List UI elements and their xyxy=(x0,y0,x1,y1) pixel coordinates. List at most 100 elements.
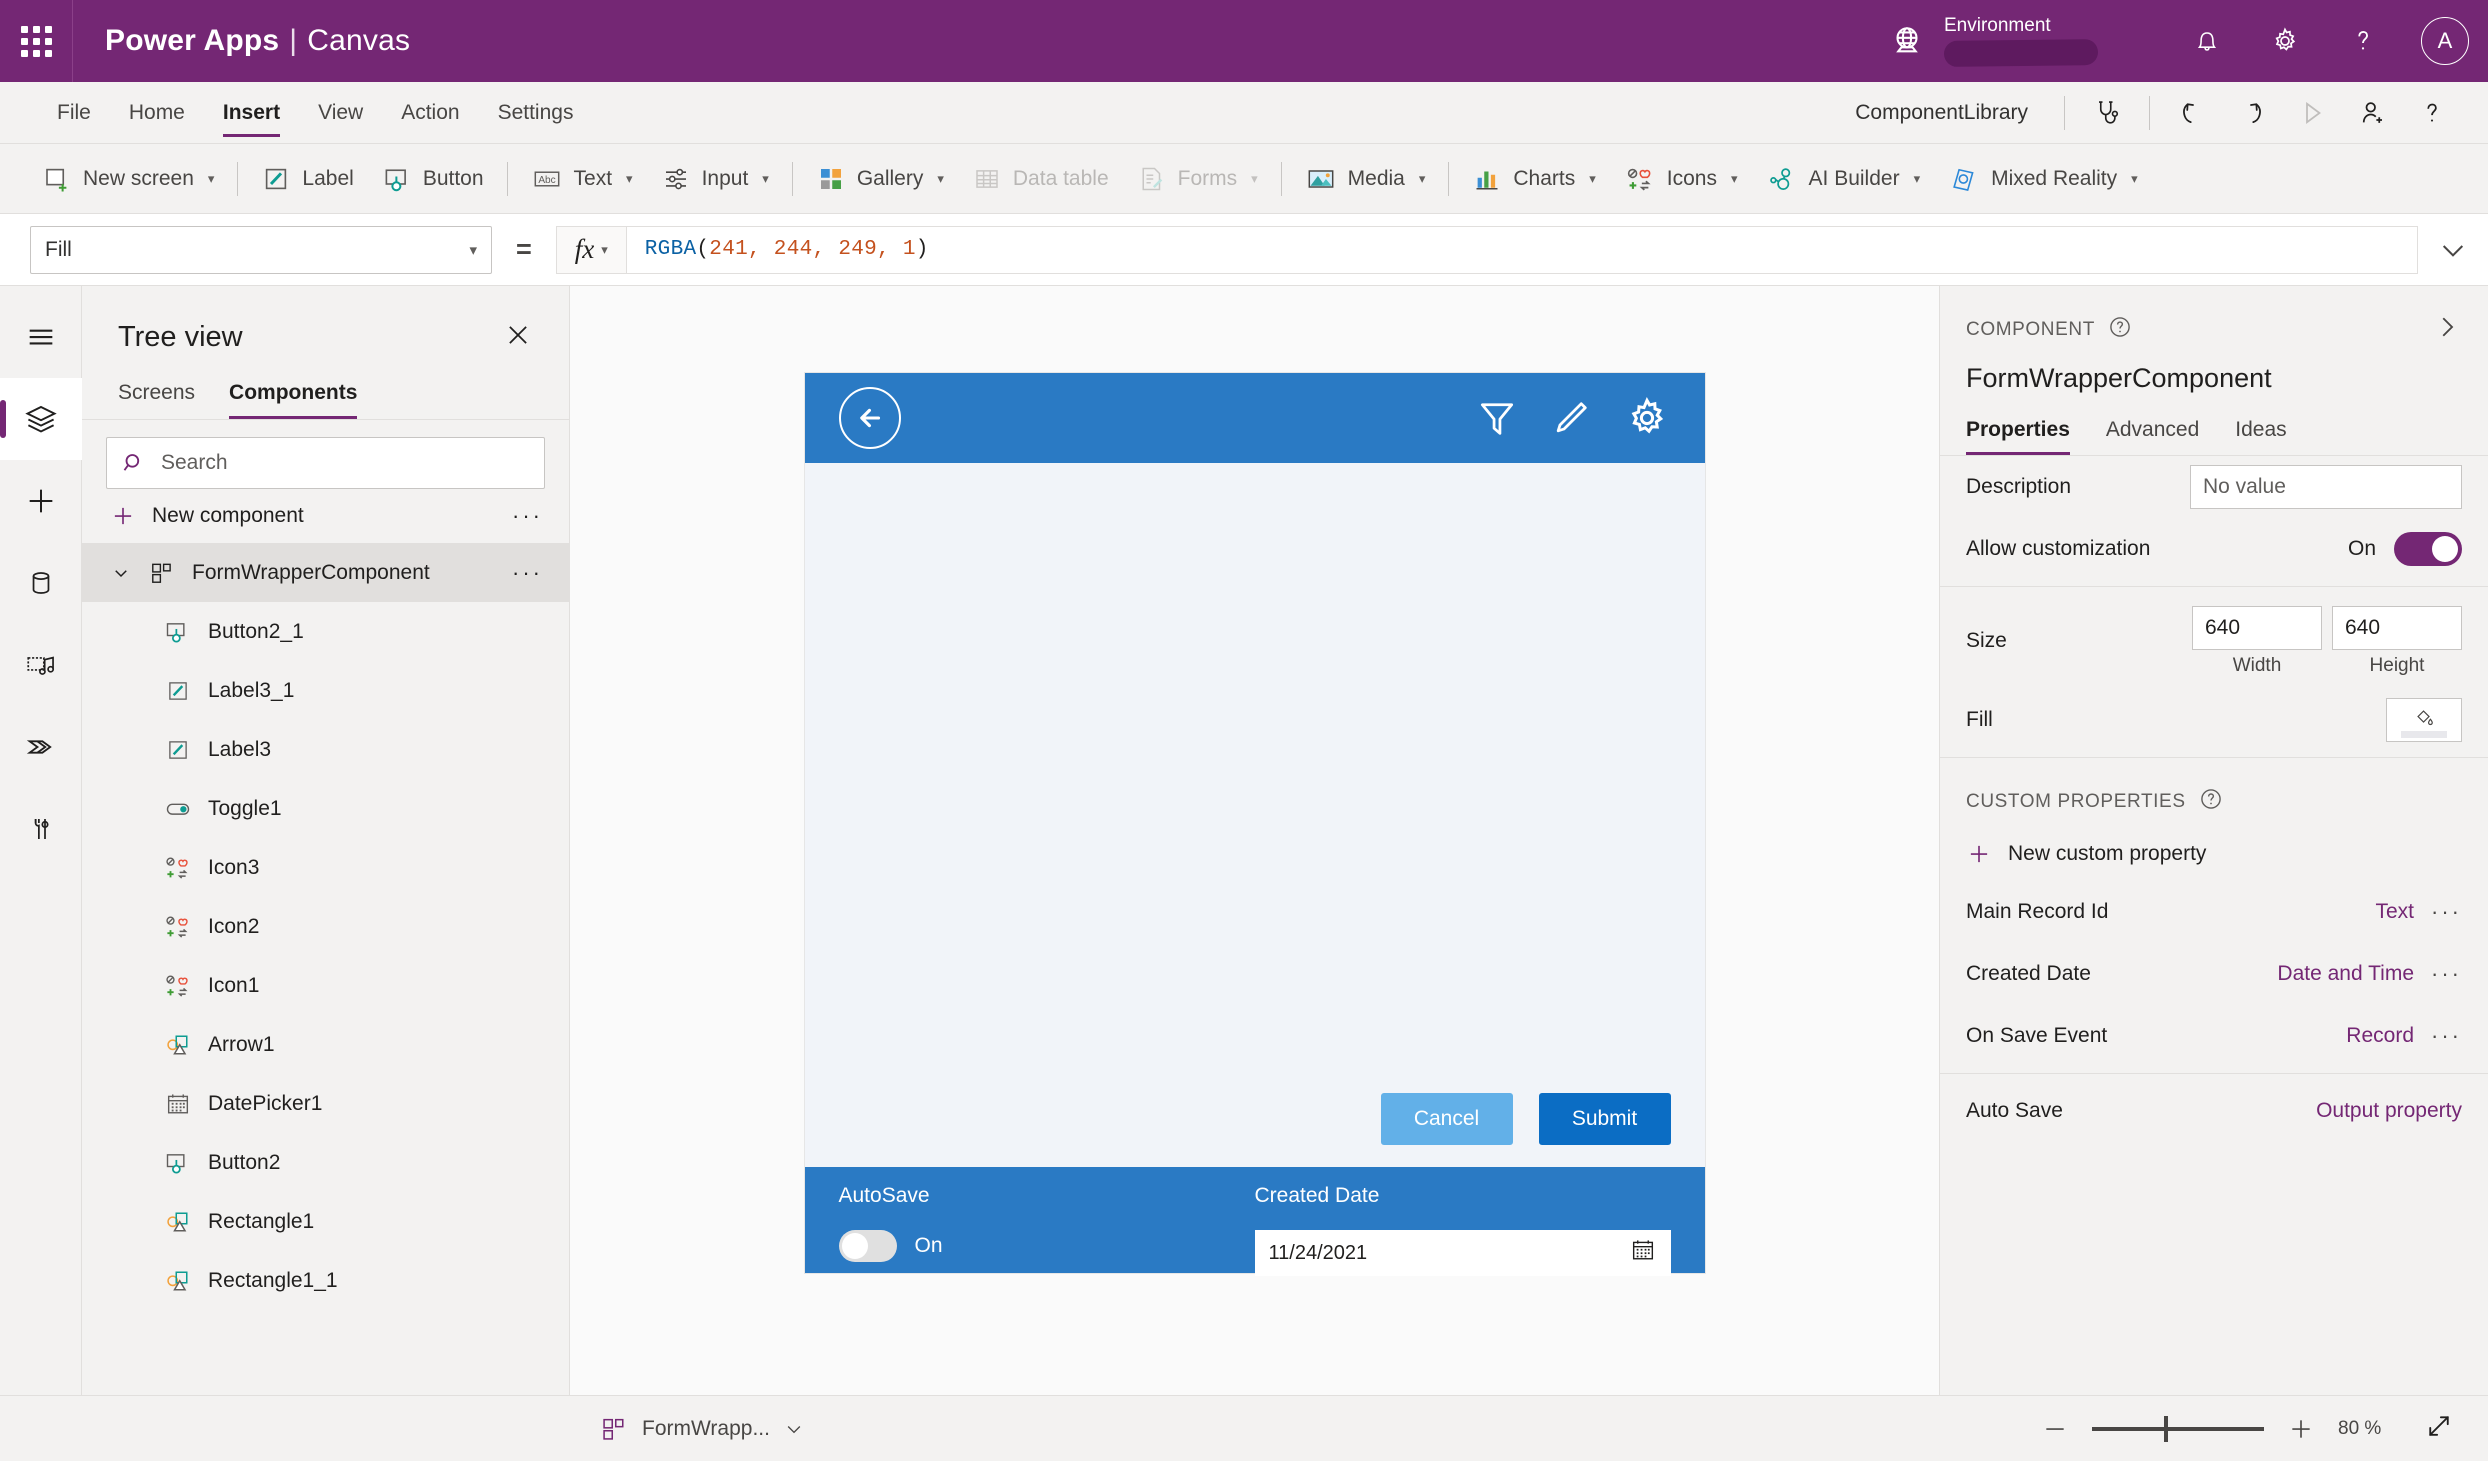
ribbon-button[interactable]: Button xyxy=(368,152,498,206)
tab-advanced[interactable]: Advanced xyxy=(2106,418,2199,455)
sidebar-item-data[interactable] xyxy=(0,542,82,624)
ribbon-media[interactable]: Media ▾ xyxy=(1291,152,1440,206)
tab-ideas[interactable]: Ideas xyxy=(2235,418,2286,455)
tree-item-button2[interactable]: Button2 xyxy=(82,1133,569,1192)
submit-button[interactable]: Submit xyxy=(1538,1093,1671,1145)
ribbon-label[interactable]: Label xyxy=(247,152,367,206)
autosave-toggle[interactable] xyxy=(838,1230,897,1262)
zoom-slider-thumb[interactable] xyxy=(2164,1415,2168,1442)
tree-item-rectangle1[interactable]: Rectangle1 xyxy=(82,1192,569,1251)
chevron-down-icon[interactable] xyxy=(784,1419,804,1439)
new-component-overflow[interactable]: ··· xyxy=(512,503,543,529)
tree-item-formwrappercomponent[interactable]: FormWrapperComponent ··· xyxy=(82,543,569,602)
custom-property-overflow[interactable]: ··· xyxy=(2414,899,2462,925)
formula-expand-button[interactable] xyxy=(2418,234,2488,266)
environment-selector[interactable]: Environment xyxy=(1888,15,2099,67)
property-selector[interactable]: Fill ▾ xyxy=(30,225,492,274)
share-button[interactable] xyxy=(2342,82,2402,144)
fx-button[interactable]: fx ▾ xyxy=(555,225,626,274)
tree-item-icon3[interactable]: Icon3 xyxy=(82,838,569,897)
help-button[interactable] xyxy=(2324,0,2402,82)
created-date-input[interactable]: 11/24/2021 xyxy=(1254,1230,1671,1276)
tree-item-datepicker1[interactable]: DatePicker1 xyxy=(82,1074,569,1133)
tree-item-label3[interactable]: Label3 xyxy=(82,720,569,779)
custom-property-overflow[interactable]: ··· xyxy=(2414,961,2462,987)
zoom-slider[interactable] xyxy=(2092,1415,2264,1442)
sidebar-item-tree-view[interactable] xyxy=(0,378,82,460)
ribbon-text[interactable]: Abc Text ▾ xyxy=(517,152,647,206)
expand-panel-button[interactable] xyxy=(2432,312,2462,347)
custom-property-type[interactable]: Record xyxy=(2346,1024,2414,1048)
ribbon-charts[interactable]: Charts ▾ xyxy=(1458,152,1609,206)
close-tree-view-button[interactable] xyxy=(497,314,539,361)
app-launcher-icon[interactable] xyxy=(0,0,72,82)
fit-screen-button[interactable] xyxy=(2424,1411,2454,1446)
user-avatar-button[interactable]: A xyxy=(2402,0,2488,82)
search-input[interactable] xyxy=(161,451,530,475)
settings-gear-icon[interactable] xyxy=(1623,394,1671,442)
status-component-selector[interactable]: FormWrapp... xyxy=(600,1415,804,1443)
custom-property-type[interactable]: Date and Time xyxy=(2277,962,2414,986)
tab-properties[interactable]: Properties xyxy=(1966,418,2070,455)
ribbon-gallery[interactable]: Gallery ▾ xyxy=(802,152,958,206)
ribbon-mixed-reality[interactable]: Mixed Reality ▾ xyxy=(1934,152,2152,206)
search-box[interactable] xyxy=(106,437,545,489)
description-field[interactable]: No value xyxy=(2190,465,2462,509)
height-input[interactable]: 640 xyxy=(2332,605,2462,650)
chevron-down-icon[interactable] xyxy=(110,564,132,582)
tab-screens[interactable]: Screens xyxy=(118,371,195,419)
tab-components[interactable]: Components xyxy=(229,371,358,419)
hamburger-menu-button[interactable] xyxy=(0,296,82,378)
ribbon-input[interactable]: Input ▾ xyxy=(647,152,783,206)
tree-item-toggle1[interactable]: Toggle1 xyxy=(82,779,569,838)
notifications-button[interactable] xyxy=(2168,0,2246,82)
tree-item-overflow[interactable]: ··· xyxy=(512,560,543,586)
menu-item-action[interactable]: Action xyxy=(382,82,478,144)
sidebar-item-insert[interactable] xyxy=(0,460,82,542)
component-canvas[interactable]: Cancel Submit AutoSave On Created Date 1… xyxy=(804,373,1705,1276)
formula-input[interactable]: RGBA(241, 244, 249, 1) xyxy=(625,225,2418,274)
custom-property-row[interactable]: Main Record Id Text ··· xyxy=(1940,881,2488,943)
app-checker-button[interactable] xyxy=(2077,82,2137,144)
question-circle-icon[interactable] xyxy=(2198,786,2224,817)
custom-property-row[interactable]: On Save Event Record ··· xyxy=(1940,1005,2488,1067)
ribbon-icons[interactable]: Icons ▾ xyxy=(1610,152,1752,206)
redo-button[interactable] xyxy=(2222,82,2282,144)
ribbon-new-screen[interactable]: New screen ▾ xyxy=(28,152,228,206)
custom-property-row[interactable]: Created Date Date and Time ··· xyxy=(1940,943,2488,1005)
edit-pencil-icon[interactable] xyxy=(1549,396,1593,440)
question-circle-icon[interactable] xyxy=(2107,314,2133,345)
tree-item-label3-1[interactable]: Label3_1 xyxy=(82,661,569,720)
sidebar-item-variables[interactable] xyxy=(0,788,82,870)
tree-item-arrow1[interactable]: Arrow1 xyxy=(82,1015,569,1074)
tree-item-rectangle1-1[interactable]: Rectangle1_1 xyxy=(82,1251,569,1310)
output-property-row[interactable]: Auto Save Output property xyxy=(1940,1080,2488,1142)
menu-item-view[interactable]: View xyxy=(299,82,382,144)
zoom-in-button[interactable] xyxy=(2286,1414,2316,1444)
canvas-area[interactable]: Cancel Submit AutoSave On Created Date 1… xyxy=(570,286,1940,1395)
menu-item-file[interactable]: File xyxy=(38,82,110,144)
back-arrow-circle-icon[interactable] xyxy=(838,387,901,449)
menu-item-home[interactable]: Home xyxy=(110,82,204,144)
sidebar-item-media[interactable] xyxy=(0,624,82,706)
new-component-button[interactable]: New component ··· xyxy=(82,489,569,543)
sidebar-item-power-automate[interactable] xyxy=(0,706,82,788)
custom-property-overflow[interactable]: ··· xyxy=(2414,1023,2462,1049)
menu-item-insert[interactable]: Insert xyxy=(204,82,299,144)
allow-customization-toggle[interactable] xyxy=(2394,532,2462,566)
zoom-out-button[interactable] xyxy=(2040,1414,2070,1444)
undo-button[interactable] xyxy=(2162,82,2222,144)
preview-app-button[interactable] xyxy=(2282,82,2342,144)
width-input[interactable]: 640 xyxy=(2192,605,2322,650)
new-custom-property-button[interactable]: New custom property xyxy=(1940,827,2488,881)
tree-item-icon2[interactable]: Icon2 xyxy=(82,897,569,956)
tree-item-button2-1[interactable]: Button2_1 xyxy=(82,602,569,661)
help-menu-button[interactable] xyxy=(2402,82,2462,144)
menu-item-settings[interactable]: Settings xyxy=(479,82,593,144)
ribbon-ai-builder[interactable]: AI Builder ▾ xyxy=(1752,152,1935,206)
custom-property-type[interactable]: Text xyxy=(2375,900,2414,924)
output-property-type[interactable]: Output property xyxy=(2316,1099,2462,1123)
calendar-icon[interactable] xyxy=(1629,1236,1657,1270)
settings-button[interactable] xyxy=(2246,0,2324,82)
tree-item-icon1[interactable]: Icon1 xyxy=(82,956,569,1015)
